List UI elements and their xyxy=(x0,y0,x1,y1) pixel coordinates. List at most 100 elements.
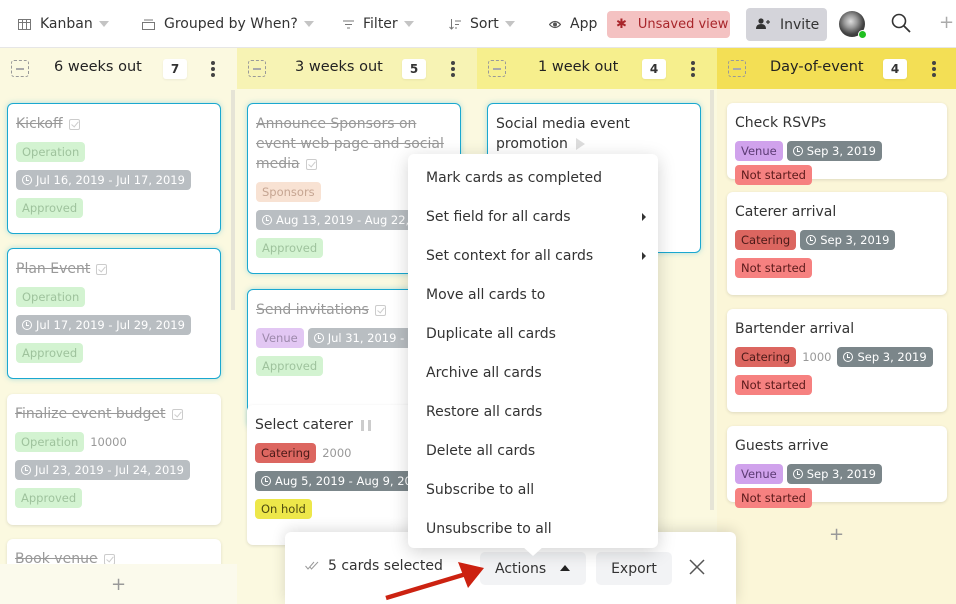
actions-button[interactable]: Actions xyxy=(480,552,586,585)
column-menu-icon[interactable] xyxy=(210,59,216,79)
menu-item[interactable]: Subscribe to all xyxy=(408,470,658,509)
column-count: 5 xyxy=(402,59,426,79)
tag-catering: Catering xyxy=(255,443,317,463)
menu-item[interactable]: Unsubscribe to all xyxy=(408,509,658,548)
menu-item[interactable]: Archive all cards xyxy=(408,353,658,392)
completed-checkbox-icon[interactable] xyxy=(305,158,317,170)
card-field-row: Operation xyxy=(16,287,212,307)
unsaved-view-badge[interactable]: ✱ Unsaved view xyxy=(607,11,730,38)
card-title-text: Select caterer xyxy=(255,417,353,433)
kanban-card[interactable]: Caterer arrival Catering Sep 3, 2019 Not st… xyxy=(727,192,947,295)
completed-checkbox-icon[interactable] xyxy=(374,304,386,316)
menu-item[interactable]: Set context for all cards xyxy=(408,236,658,275)
scrollbar[interactable] xyxy=(710,90,714,510)
collapse-column-icon[interactable] xyxy=(248,60,266,77)
toolbar: Kanban Grouped by When? Filter Sort App … xyxy=(0,0,956,48)
menu-item[interactable]: Delete all cards xyxy=(408,431,658,470)
submenu-arrow-icon xyxy=(642,212,646,221)
sort-button[interactable]: Sort xyxy=(449,14,515,34)
menu-item[interactable]: Restore all cards xyxy=(408,392,658,431)
tag-approved: Approved xyxy=(16,343,84,363)
card-title: Plan Event xyxy=(16,259,212,279)
completed-checkbox-icon[interactable] xyxy=(96,263,108,275)
card-title-text: Finalize event budget xyxy=(15,406,166,422)
close-icon[interactable] xyxy=(688,558,708,578)
tag-operation: Operation xyxy=(16,142,86,162)
chevron-down-icon xyxy=(504,21,515,27)
date-badge: Jul 16, 2019 - Jul 17, 2019 xyxy=(16,170,191,190)
export-button[interactable]: Export xyxy=(596,552,672,585)
plus-icon[interactable]: + xyxy=(939,12,954,33)
column-menu-icon[interactable] xyxy=(931,59,937,79)
clock-icon xyxy=(21,465,31,475)
view-switcher[interactable]: Kanban xyxy=(18,14,109,34)
actions-label: Actions xyxy=(495,560,547,577)
menu-item-label: Unsubscribe to all xyxy=(426,520,552,537)
tag-approved: Approved xyxy=(16,198,84,218)
double-check-icon xyxy=(305,560,319,573)
invite-button[interactable]: Invite xyxy=(746,8,827,41)
card-field-row: Catering 1000 Sep 3, 2019 xyxy=(735,347,939,367)
group-by-button[interactable]: Grouped by When? xyxy=(142,14,314,34)
scrollbar[interactable] xyxy=(231,90,235,310)
filter-button[interactable]: Filter xyxy=(343,14,414,34)
card-title: Check RSVPs xyxy=(735,113,939,133)
collapse-column-icon[interactable] xyxy=(11,60,29,77)
search-icon[interactable] xyxy=(891,13,911,37)
pause-icon[interactable] xyxy=(360,419,371,431)
tag-approved: Approved xyxy=(256,238,324,258)
column-header: 6 weeks out 7 xyxy=(0,48,237,89)
date-badge: Sep 3, 2019 xyxy=(837,347,933,367)
add-card-button[interactable]: + xyxy=(0,564,237,604)
card-field-row: Not started xyxy=(735,375,939,395)
column-day-of-event: Day-of-event 4 Check RSVPs Venue Sep 3, 20… xyxy=(717,48,956,604)
menu-item[interactable]: Set field for all cards xyxy=(408,197,658,236)
collapse-column-icon[interactable] xyxy=(488,60,506,77)
completed-checkbox-icon[interactable] xyxy=(103,553,115,565)
kanban-card[interactable]: Guests arrive Venue Sep 3, 2019 Not started xyxy=(727,426,947,508)
card-field-row: Jul 23, 2019 - Jul 24, 2019 xyxy=(15,460,213,480)
kanban-card[interactable]: Finalize event budget Operation 10000 Jul 2… xyxy=(7,394,221,525)
collapse-column-icon[interactable] xyxy=(728,60,746,77)
kanban-card[interactable]: Kickoff Operation Jul 16, 2019 - Jul 17, 2… xyxy=(7,103,221,234)
column-menu-icon[interactable] xyxy=(450,59,456,79)
date-text: Sep 3, 2019 xyxy=(806,144,876,158)
menu-item[interactable]: Move all cards to xyxy=(408,275,658,314)
card-field-row: Approved xyxy=(16,343,212,363)
kanban-card[interactable]: Bartender arrival Catering 1000 Sep 3, 2019… xyxy=(727,309,947,412)
asterisk-icon: ✱ xyxy=(616,17,627,32)
tag-catering: Catering xyxy=(735,347,797,367)
menu-item-label: Set field for all cards xyxy=(426,208,571,225)
clock-icon xyxy=(22,175,32,185)
kanban-card[interactable]: Check RSVPs Venue Sep 3, 2019 Not started xyxy=(727,103,947,185)
app-button[interactable]: App xyxy=(549,14,597,34)
filter-icon xyxy=(343,20,354,29)
date-text: Jul 17, 2019 - Jul 29, 2019 xyxy=(36,318,185,332)
completed-checkbox-icon[interactable] xyxy=(68,118,80,130)
date-text: Sep 3, 2019 xyxy=(857,350,927,364)
card-field-row: Not started xyxy=(735,258,939,278)
menu-item-label: Subscribe to all xyxy=(426,481,535,498)
card-field-row: Approved xyxy=(16,198,212,218)
card-title-text: Social media event promotion xyxy=(496,116,630,152)
clock-icon xyxy=(792,469,803,479)
column-title: Day-of-event xyxy=(770,59,864,75)
avatar[interactable] xyxy=(839,11,867,39)
column-menu-icon[interactable] xyxy=(690,59,696,79)
card-title-text: Check RSVPs xyxy=(735,115,827,131)
card-field-row: Approved xyxy=(15,488,213,508)
play-icon[interactable] xyxy=(575,138,585,150)
add-user-icon xyxy=(756,17,770,33)
kanban-card[interactable]: Plan Event Operation Jul 17, 2019 - Jul 29… xyxy=(7,248,221,379)
column-header: 1 week out 4 xyxy=(477,48,717,89)
menu-item[interactable]: Mark cards as completed xyxy=(408,158,658,197)
online-status-dot xyxy=(858,30,867,39)
completed-checkbox-icon[interactable] xyxy=(171,408,183,420)
tag-venue: Venue xyxy=(256,328,304,348)
tag-approved: Approved xyxy=(256,356,324,376)
chevron-down-icon xyxy=(98,21,109,27)
column-6-weeks-out: 6 weeks out 7 Kickoff Operation Jul 16, 20… xyxy=(0,48,237,604)
menu-item[interactable]: Duplicate all cards xyxy=(408,314,658,353)
card-field-row: Jul 17, 2019 - Jul 29, 2019 xyxy=(16,315,212,335)
add-card-button[interactable]: + xyxy=(717,512,956,556)
